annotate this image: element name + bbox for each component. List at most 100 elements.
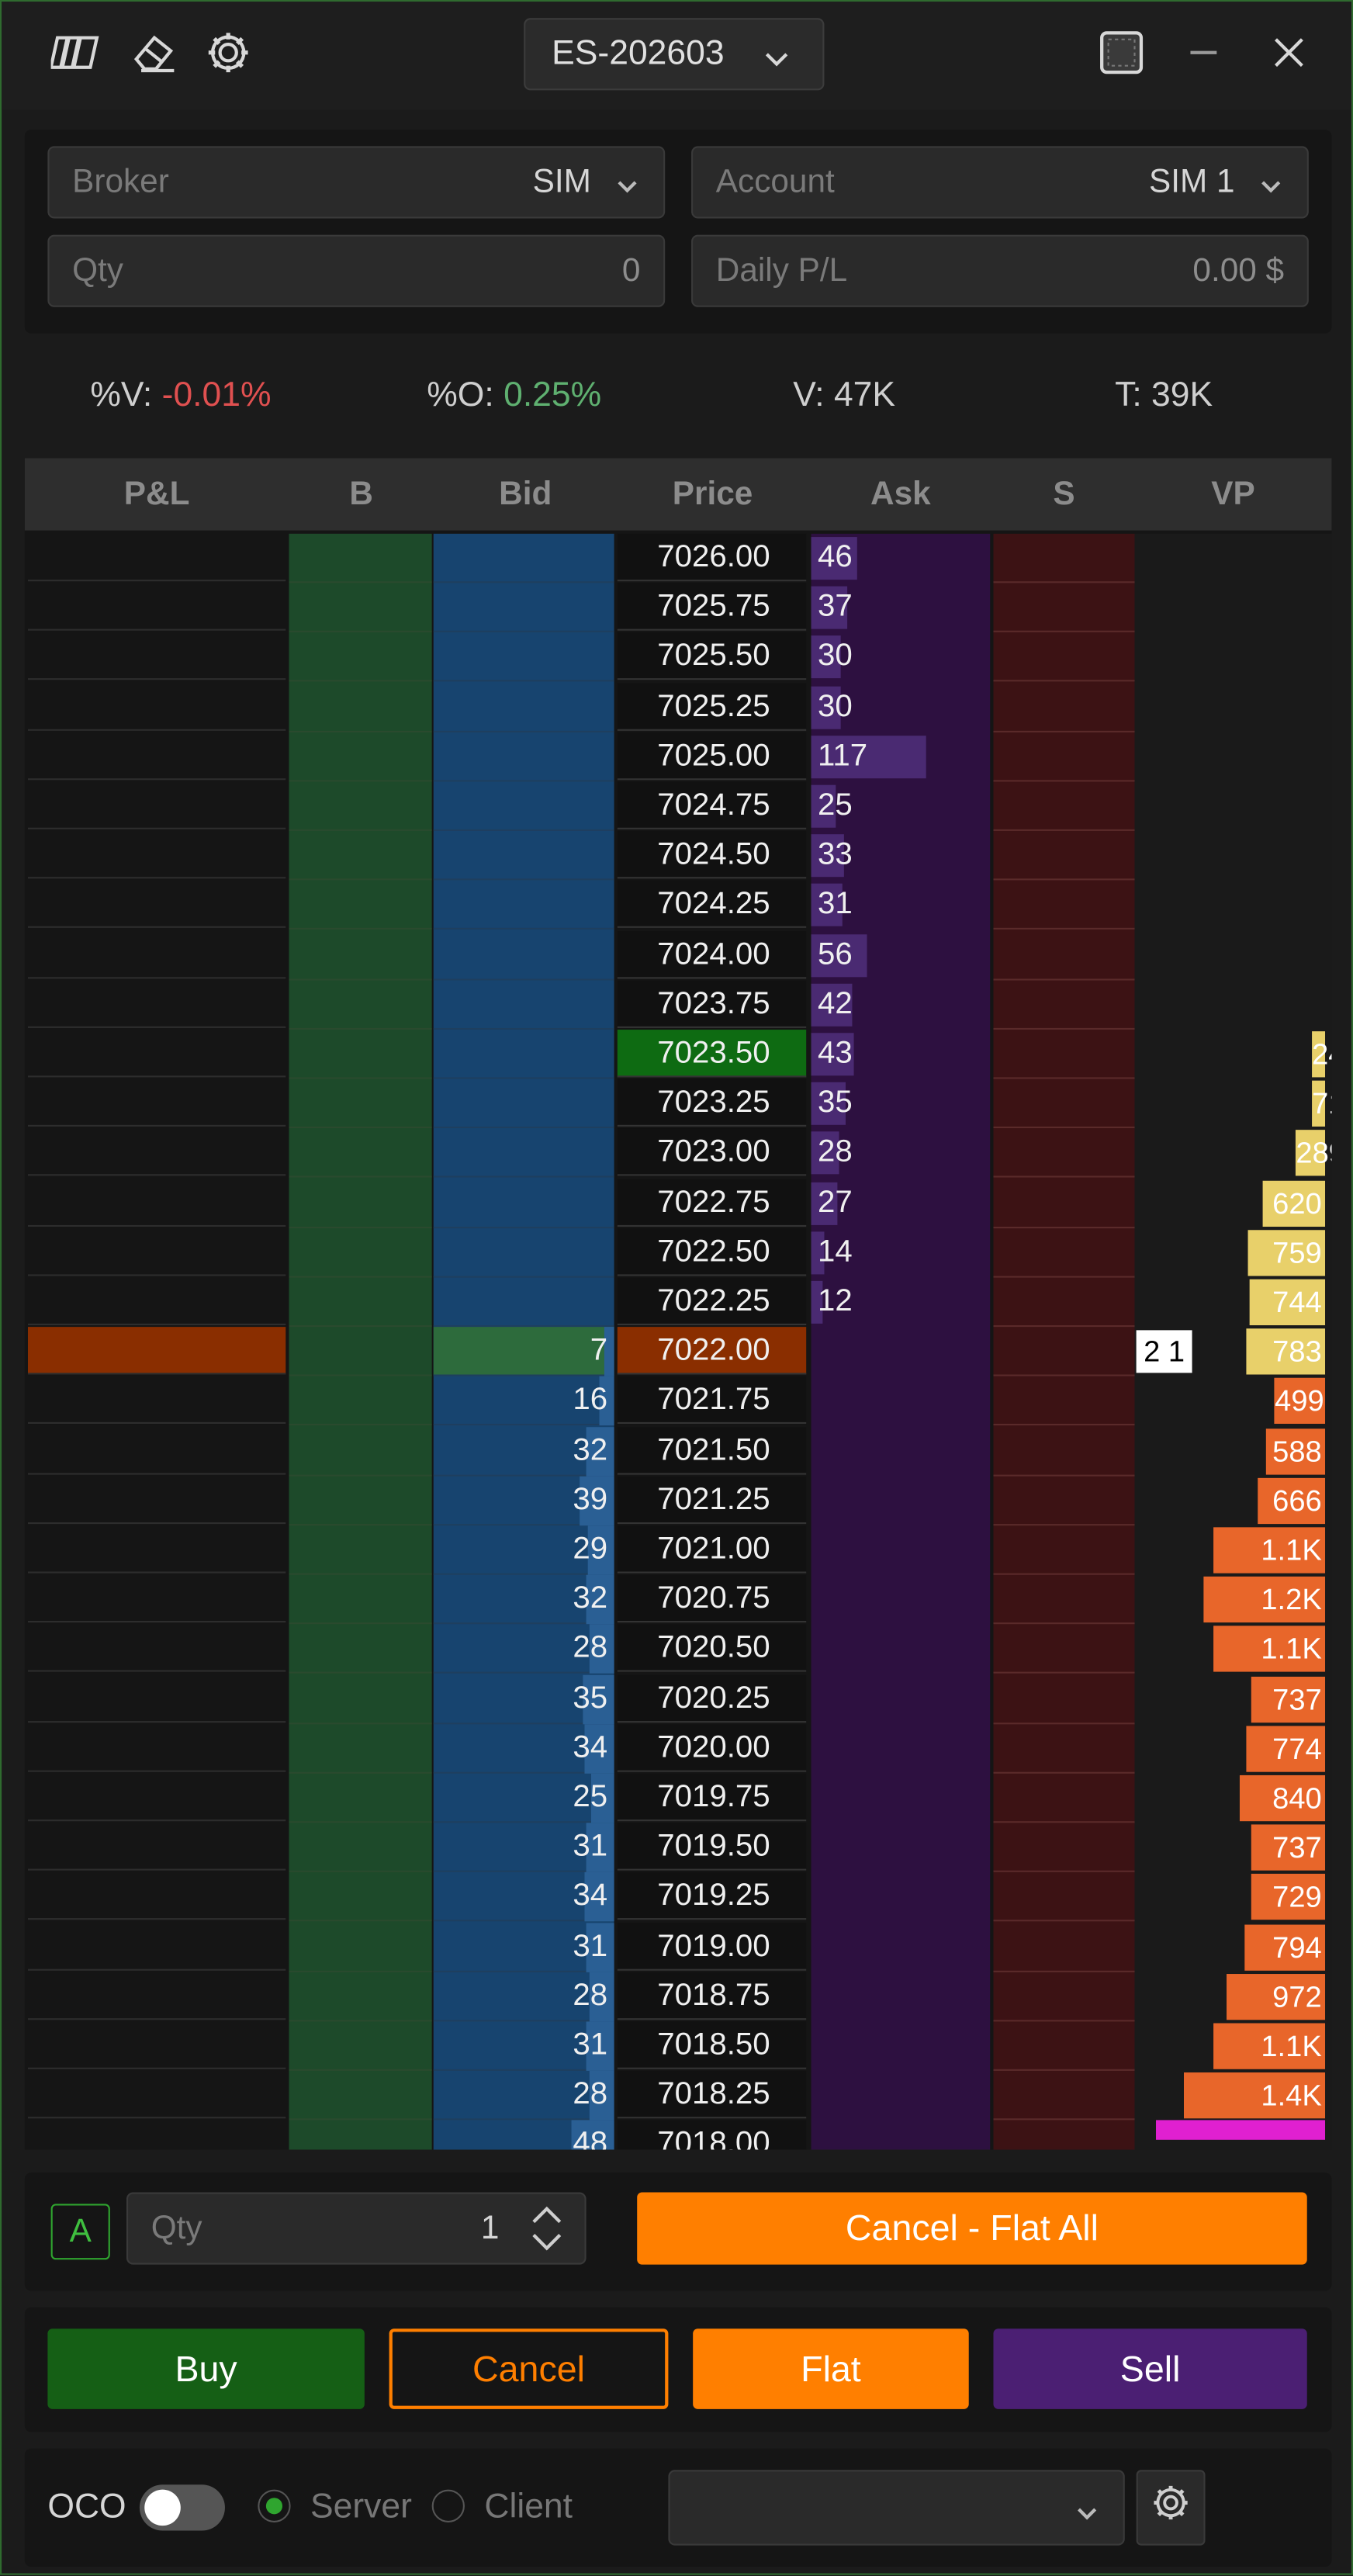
close-icon[interactable] — [1265, 28, 1313, 77]
auto-mode-badge[interactable]: A — [50, 2204, 110, 2260]
client-radio[interactable] — [431, 2489, 465, 2522]
ask-cell[interactable]: 30 — [811, 633, 991, 682]
price-cell[interactable]: 7024.50 — [617, 831, 807, 879]
ask-cell[interactable] — [811, 1525, 991, 1574]
buy-order-cell[interactable] — [289, 1774, 432, 1823]
price-cell[interactable]: 7018.50 — [617, 2021, 807, 2069]
pl-cell[interactable] — [27, 930, 286, 978]
buy-order-cell[interactable] — [289, 2071, 432, 2121]
bid-cell[interactable] — [433, 732, 614, 782]
pl-cell[interactable] — [27, 1228, 286, 1276]
bid-cell[interactable]: 32 — [433, 1426, 614, 1476]
bid-cell[interactable] — [433, 781, 614, 831]
buy-order-cell[interactable] — [289, 1674, 432, 1724]
buy-order-cell[interactable] — [289, 534, 432, 583]
bid-cell[interactable] — [433, 831, 614, 881]
sell-order-cell[interactable] — [993, 1228, 1135, 1278]
buy-order-cell[interactable] — [289, 1376, 432, 1426]
price-cell[interactable]: 7018.75 — [617, 1972, 807, 2020]
buy-order-cell[interactable] — [289, 1972, 432, 2021]
pl-cell[interactable] — [27, 1823, 286, 1871]
bid-cell[interactable]: 34 — [433, 1723, 614, 1774]
ask-cell[interactable] — [811, 2071, 991, 2120]
bid-cell[interactable]: 16 — [433, 1376, 614, 1426]
buy-order-cell[interactable] — [289, 2021, 432, 2071]
price-cell[interactable]: 7022.75 — [617, 1178, 807, 1227]
sell-order-cell[interactable] — [993, 1525, 1135, 1575]
sell-order-cell[interactable] — [993, 1278, 1135, 1328]
pl-cell[interactable] — [27, 1873, 286, 1921]
buy-order-cell[interactable] — [289, 1129, 432, 1179]
ask-cell[interactable]: 43 — [811, 1030, 991, 1079]
buy-order-cell[interactable] — [289, 1030, 432, 1079]
pl-cell[interactable] — [27, 1278, 286, 1326]
header-s[interactable]: S — [993, 459, 1134, 531]
price-cell[interactable]: 7021.75 — [617, 1376, 807, 1425]
sell-order-cell[interactable] — [993, 1129, 1135, 1179]
sell-order-cell[interactable] — [993, 1079, 1135, 1129]
pl-cell[interactable] — [27, 1575, 286, 1623]
sell-order-cell[interactable] — [993, 831, 1135, 881]
ask-cell[interactable]: 31 — [811, 881, 991, 930]
price-cell[interactable]: 7021.00 — [617, 1525, 807, 1574]
pl-cell[interactable] — [27, 683, 286, 730]
price-cell[interactable]: 7020.50 — [617, 1625, 807, 1673]
bid-cell[interactable]: 28 — [433, 1972, 614, 2021]
bid-cell[interactable]: 25 — [433, 1773, 614, 1823]
ask-cell[interactable]: 30 — [811, 683, 991, 732]
sell-order-cell[interactable] — [993, 1179, 1135, 1228]
price-cell[interactable]: 7022.50 — [617, 1227, 807, 1276]
preset-dropdown[interactable] — [668, 2470, 1125, 2546]
sell-order-cell[interactable] — [993, 732, 1135, 782]
price-cell[interactable]: 7020.25 — [617, 1674, 807, 1723]
ask-cell[interactable] — [811, 1823, 991, 1872]
sell-order-cell[interactable] — [993, 1873, 1135, 1923]
sell-order-cell[interactable] — [993, 980, 1135, 1030]
order-qty-input[interactable]: Qty 1 — [126, 2192, 587, 2265]
header-b[interactable]: B — [289, 459, 434, 531]
price-cell[interactable]: 7026.00 — [617, 533, 807, 582]
flat-button[interactable]: Flat — [693, 2328, 969, 2409]
pl-cell[interactable] — [27, 1376, 286, 1425]
dropdown-settings-button[interactable] — [1136, 2470, 1206, 2546]
header-vp[interactable]: VP — [1135, 459, 1332, 531]
sell-order-cell[interactable] — [993, 1426, 1135, 1476]
bid-cell[interactable] — [433, 683, 614, 732]
bid-cell[interactable]: 7 — [433, 1327, 614, 1377]
ask-cell[interactable] — [811, 1376, 991, 1425]
sell-order-cell[interactable] — [993, 1625, 1135, 1674]
ask-cell[interactable] — [811, 1774, 991, 1823]
price-cell[interactable]: 7024.00 — [617, 930, 807, 978]
buy-order-cell[interactable] — [289, 633, 432, 683]
buy-order-cell[interactable] — [289, 2121, 432, 2149]
sell-order-cell[interactable] — [993, 2071, 1135, 2121]
bid-cell[interactable] — [433, 633, 614, 683]
buy-order-cell[interactable] — [289, 1079, 432, 1129]
buy-order-cell[interactable] — [289, 831, 432, 881]
sell-order-cell[interactable] — [993, 1674, 1135, 1724]
bid-cell[interactable] — [433, 1228, 614, 1278]
pl-cell[interactable] — [27, 1674, 286, 1723]
price-cell[interactable]: 7023.75 — [617, 980, 807, 1028]
pl-cell[interactable] — [27, 732, 286, 780]
symbol-selector[interactable]: ES-202603 — [524, 18, 825, 91]
ask-cell[interactable] — [811, 1625, 991, 1674]
pl-cell[interactable] — [27, 1625, 286, 1673]
ask-cell[interactable]: 14 — [811, 1228, 991, 1277]
ask-cell[interactable]: 56 — [811, 930, 991, 979]
sell-order-cell[interactable] — [993, 2121, 1134, 2149]
buy-order-cell[interactable] — [289, 1823, 432, 1873]
buy-order-cell[interactable] — [289, 1228, 432, 1278]
pl-cell[interactable] — [27, 1724, 286, 1772]
buy-order-cell[interactable] — [289, 1328, 432, 1377]
buy-order-cell[interactable] — [289, 583, 432, 633]
bid-cell[interactable] — [433, 1030, 614, 1079]
pl-cell[interactable] — [27, 1774, 286, 1822]
bid-cell[interactable] — [433, 534, 614, 583]
pl-cell[interactable] — [28, 2121, 285, 2149]
chart-logo-icon[interactable] — [50, 28, 100, 77]
price-cell[interactable]: 7019.00 — [617, 1922, 807, 1970]
sell-order-cell[interactable] — [993, 1030, 1135, 1079]
sell-order-cell[interactable] — [993, 534, 1135, 583]
ask-cell[interactable]: 117 — [811, 732, 991, 781]
